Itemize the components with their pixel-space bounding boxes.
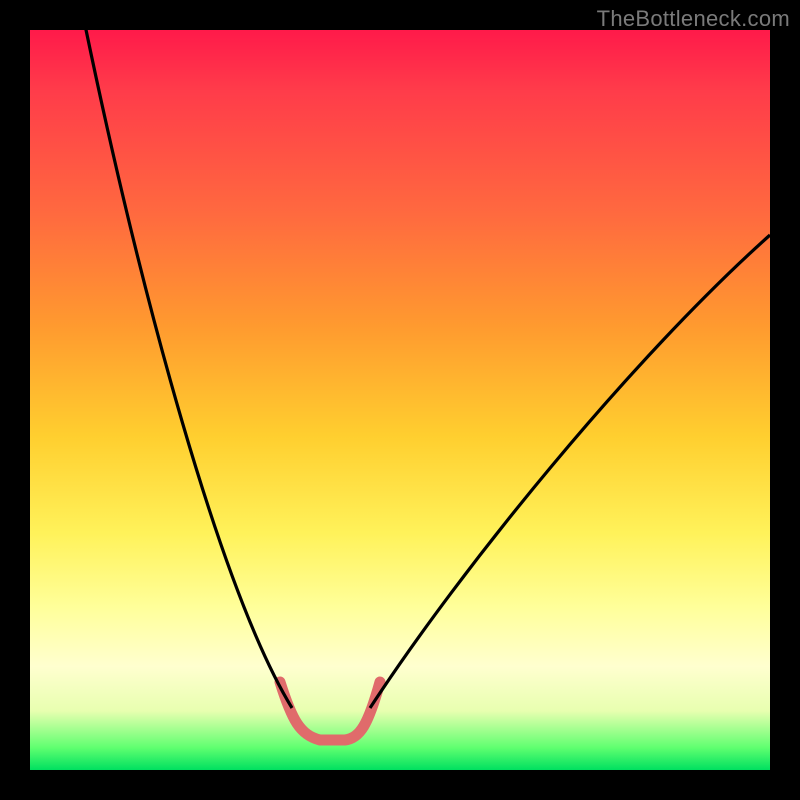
chart-svg xyxy=(30,30,770,770)
chart-frame: TheBottleneck.com xyxy=(0,0,800,800)
left-curve-path xyxy=(85,25,292,708)
watermark-text: TheBottleneck.com xyxy=(597,6,790,32)
right-curve-path xyxy=(370,235,770,708)
valley-highlight-path xyxy=(280,682,380,740)
